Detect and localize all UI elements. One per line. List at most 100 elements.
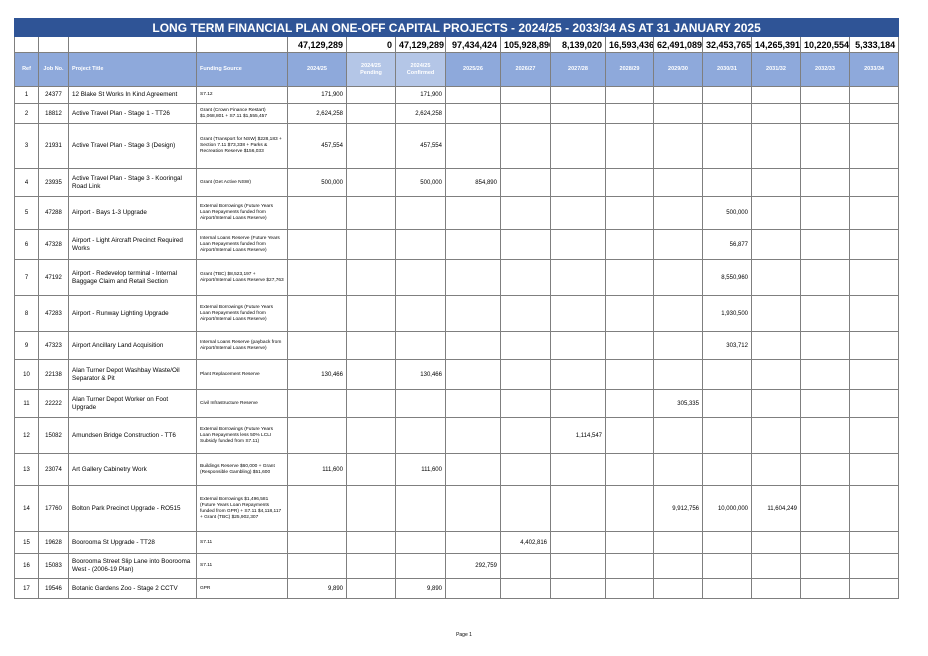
amount-cell: [550, 453, 606, 486]
amount-cell: [800, 453, 850, 486]
amount-cell: 171,900: [395, 86, 446, 104]
amount-cell: [605, 359, 654, 390]
column-total: 47,129,289: [287, 36, 347, 53]
ref-cell: 15: [14, 531, 39, 554]
ref-cell: 2: [14, 103, 39, 124]
amount-cell: 111,600: [395, 453, 446, 486]
amount-cell: [550, 103, 606, 124]
amount-cell: [653, 259, 703, 296]
column-total: 14,265,391: [751, 36, 801, 53]
amount-cell: [702, 359, 752, 390]
amount-cell: [395, 331, 446, 360]
amount-cell: [445, 259, 501, 296]
amount-cell: [500, 229, 551, 260]
ref-cell: 3: [14, 123, 39, 169]
amount-cell: [500, 86, 551, 104]
amount-cell: 9,890: [287, 578, 347, 599]
page-number: Page 1: [456, 632, 472, 638]
amount-cell: [605, 578, 654, 599]
capital-projects-table: LONG TERM FINANCIAL PLAN ONE-OFF CAPITAL…: [13, 18, 900, 599]
amount-cell: [550, 229, 606, 260]
amount-cell: [605, 168, 654, 197]
amount-cell: [500, 168, 551, 197]
amount-cell: [800, 123, 850, 169]
amount-cell: [550, 86, 606, 104]
amount-cell: [751, 389, 801, 418]
amount-cell: [653, 531, 703, 554]
amount-cell: [751, 103, 801, 124]
amount-cell: [605, 295, 654, 332]
amount-cell: [751, 578, 801, 599]
amount-cell: 1,114,547: [550, 417, 606, 454]
amount-cell: 56,877: [702, 229, 752, 260]
amount-cell: 292,759: [445, 553, 501, 579]
amount-cell: [500, 417, 551, 454]
column-header: 2024/25 Confirmed: [395, 52, 446, 87]
amount-cell: 500,000: [702, 196, 752, 230]
amount-cell: [702, 417, 752, 454]
amount-cell: [445, 229, 501, 260]
amount-cell: [346, 578, 396, 599]
job-no-cell: 17760: [38, 485, 69, 532]
amount-cell: [800, 578, 850, 599]
amount-cell: [800, 86, 850, 104]
amount-cell: [800, 259, 850, 296]
funding-source-cell: S7.11: [196, 531, 288, 554]
amount-cell: [500, 123, 551, 169]
table-row: 8 47283 Airport - Runway Lighting Upgrade E…: [14, 295, 900, 332]
amount-cell: [445, 389, 501, 418]
job-no-cell: 23935: [38, 168, 69, 197]
amount-cell: [605, 553, 654, 579]
amount-cell: [346, 389, 396, 418]
amount-cell: [287, 417, 347, 454]
amount-cell: [702, 389, 752, 418]
column-header: 2030/31: [702, 52, 752, 87]
amount-cell: [605, 417, 654, 454]
amount-cell: [848, 103, 900, 124]
amount-cell: [500, 196, 551, 230]
amount-cell: [346, 168, 396, 197]
column-header: 2026/27: [500, 52, 551, 87]
amount-cell: [346, 453, 396, 486]
amount-cell: [346, 359, 396, 390]
amount-cell: [800, 417, 850, 454]
amount-cell: [800, 295, 850, 332]
amount-cell: [848, 123, 900, 169]
amount-cell: [702, 531, 752, 554]
column-header: 2029/30: [653, 52, 703, 87]
job-no-cell: 19546: [38, 578, 69, 599]
amount-cell: [287, 229, 347, 260]
table-row: 12 15082 Amundsen Bridge Construction - TT…: [14, 417, 900, 454]
table-row: 7 47192 Airport - Redevelop terminal - Int…: [14, 259, 900, 296]
amount-cell: [751, 259, 801, 296]
amount-cell: [800, 331, 850, 360]
amount-cell: [395, 553, 446, 579]
amount-cell: [751, 531, 801, 554]
amount-cell: 500,000: [287, 168, 347, 197]
column-total: 5,333,184: [848, 36, 900, 53]
table-row: 16 15083 Boorooma Street Slip Lane into Bo…: [14, 553, 900, 579]
amount-cell: [605, 389, 654, 418]
amount-cell: [702, 86, 752, 104]
ref-cell: 13: [14, 453, 39, 486]
amount-cell: 500,000: [395, 168, 446, 197]
project-title-cell: Airport - Runway Lighting Upgrade: [68, 295, 197, 332]
table-row: 2 18812 Active Travel Plan - Stage 1 - TT2…: [14, 103, 900, 124]
amount-cell: [702, 553, 752, 579]
amount-cell: [605, 103, 654, 124]
column-total: 8,139,020: [550, 36, 606, 53]
amount-cell: [395, 485, 446, 532]
table-row: 1 24377 12 Blake St Works In Kind Agreemen…: [14, 86, 900, 104]
column-header: 2024/25 Pending: [346, 52, 396, 87]
amount-cell: [550, 389, 606, 418]
amount-cell: [653, 331, 703, 360]
column-header: 2033/34: [848, 52, 900, 87]
table-row: 9 47323 Airport Ancillary Land Acquisition…: [14, 331, 900, 360]
column-header: 2031/32: [751, 52, 801, 87]
amount-cell: [751, 123, 801, 169]
amount-cell: [346, 196, 396, 230]
amount-cell: [395, 196, 446, 230]
amount-cell: [702, 453, 752, 486]
amount-cell: 1,930,500: [702, 295, 752, 332]
amount-cell: [605, 123, 654, 169]
